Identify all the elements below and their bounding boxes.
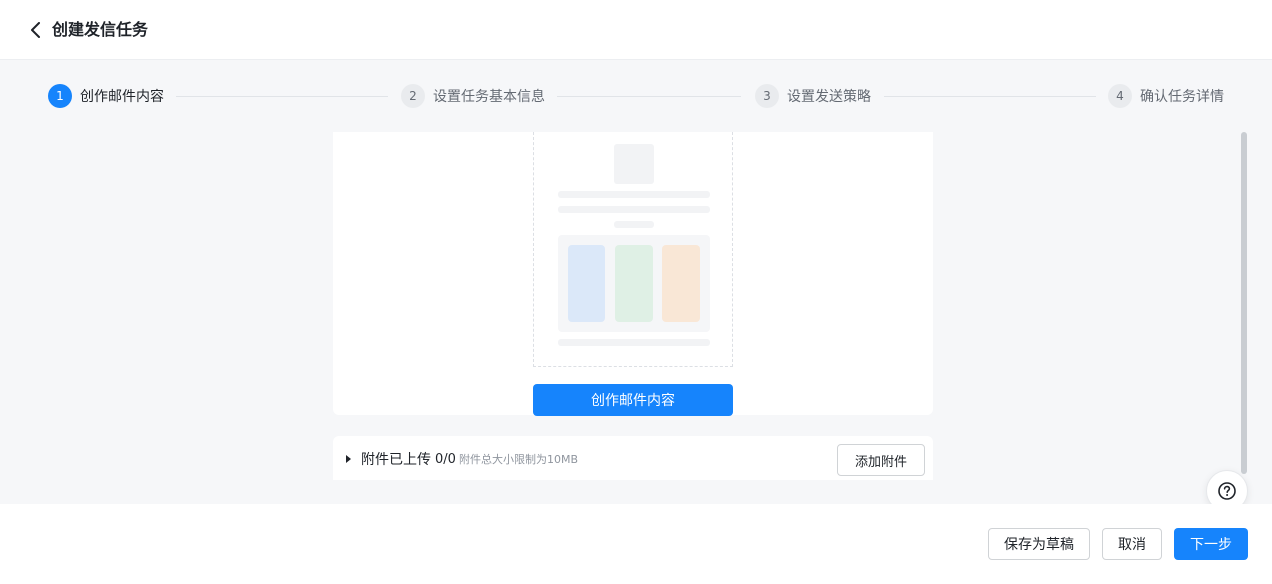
next-step-button[interactable]: 下一步 — [1174, 528, 1248, 560]
email-template-illustration — [533, 132, 733, 367]
placeholder-column — [662, 245, 700, 322]
step-number: 4 — [1108, 84, 1132, 108]
caret-right-icon[interactable] — [346, 455, 351, 463]
step-label: 设置发送策略 — [787, 89, 871, 105]
placeholder-line — [558, 206, 710, 213]
placeholder-column — [615, 245, 653, 322]
step-label: 确认任务详情 — [1140, 89, 1224, 105]
placeholder-line — [558, 339, 710, 346]
attachment-bar: 附件已上传 0/0 附件总大小限制为10MB 添加附件 — [333, 436, 933, 480]
step-3: 3 设置发送策略 — [755, 84, 871, 108]
step-label: 创作邮件内容 — [80, 89, 164, 105]
attachment-size-hint: 附件总大小限制为10MB — [459, 453, 579, 466]
save-draft-button[interactable]: 保存为草稿 — [988, 528, 1090, 560]
step-connector — [884, 96, 1096, 97]
chevron-left-icon — [31, 22, 40, 38]
create-email-content-button[interactable]: 创作邮件内容 — [533, 384, 733, 416]
question-circle-icon — [1218, 482, 1236, 500]
cancel-button[interactable]: 取消 — [1102, 528, 1162, 560]
step-number: 3 — [755, 84, 779, 108]
step-1: 1 创作邮件内容 — [48, 84, 164, 108]
placeholder-line — [558, 191, 710, 198]
create-send-task-page: 创建发信任务 1 创作邮件内容 2 设置任务基本信息 3 设置发送策略 4 确认… — [0, 0, 1272, 584]
attachment-label[interactable]: 附件已上传 — [361, 450, 431, 470]
back-button[interactable] — [26, 20, 46, 40]
step-2: 2 设置任务基本信息 — [401, 84, 545, 108]
page-footer: 保存为草稿 取消 下一步 — [0, 504, 1272, 584]
add-attachment-button[interactable]: 添加附件 — [837, 444, 925, 476]
step-label: 设置任务基本信息 — [433, 89, 545, 105]
step-number: 1 — [48, 84, 72, 108]
step-connector — [176, 96, 388, 97]
page-title: 创建发信任务 — [52, 20, 149, 39]
placeholder-column — [568, 245, 605, 322]
step-number: 2 — [401, 84, 425, 108]
step-4: 4 确认任务详情 — [1108, 84, 1224, 108]
placeholder-line — [614, 221, 654, 228]
email-content-card: 创作邮件内容 — [333, 132, 933, 416]
placeholder-logo — [614, 144, 654, 184]
attachment-count: 0/0 — [435, 452, 456, 467]
scrollbar-thumb[interactable] — [1241, 132, 1247, 474]
placeholder-block — [558, 235, 710, 332]
step-connector — [557, 96, 741, 97]
page-header: 创建发信任务 — [0, 0, 1272, 60]
